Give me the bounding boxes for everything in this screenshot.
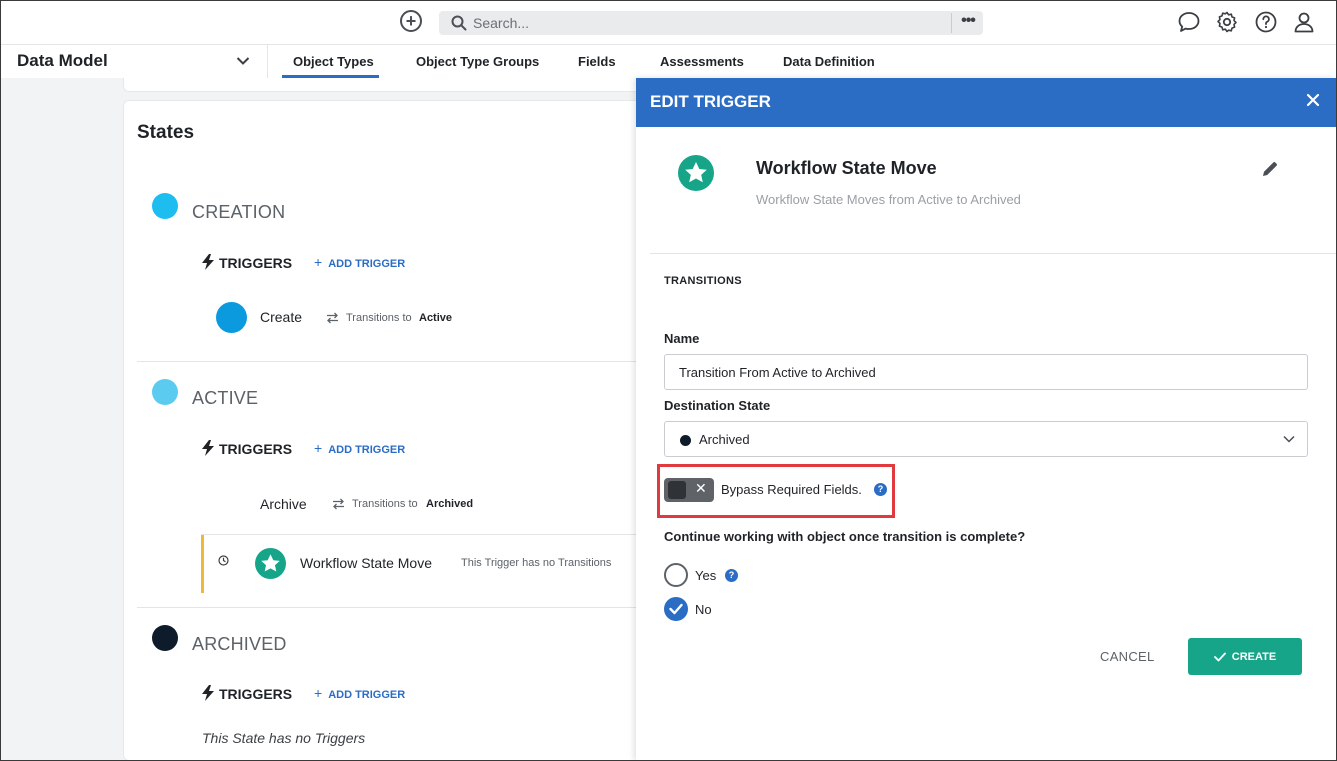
bolt-icon	[202, 254, 214, 270]
divider	[137, 607, 637, 608]
continue-question: Continue working with object once transi…	[664, 529, 1026, 544]
transition-icon	[327, 312, 338, 324]
edit-trigger-panel: EDIT TRIGGER Workflow State Move Workflo…	[636, 78, 1337, 761]
previous-card	[123, 78, 643, 92]
triggers-label: TRIGGERS	[219, 686, 293, 702]
transition-icon	[333, 498, 344, 510]
add-icon[interactable]: +	[400, 10, 422, 32]
transitions-to-label: Transitions to	[346, 312, 412, 324]
cancel-button[interactable]: CANCEL	[1100, 649, 1155, 664]
destination-state-select[interactable]: Archived	[664, 421, 1308, 457]
tab-assessments[interactable]: Assessments	[660, 54, 744, 69]
top-bar: + •••	[0, 0, 1337, 44]
create-button-label: CREATE	[1231, 650, 1277, 663]
state-color-dot	[152, 625, 178, 651]
state-color-dot	[680, 435, 691, 446]
transitions-to-label: Transitions to	[352, 498, 418, 510]
bolt-icon	[202, 685, 214, 701]
tab-object-type-groups[interactable]: Object Type Groups	[416, 54, 539, 69]
radio-no-label: No	[695, 602, 712, 617]
trigger-name-create[interactable]: Create	[260, 309, 302, 325]
trigger-title: Workflow State Move	[756, 158, 937, 178]
trigger-name-archive[interactable]: Archive	[260, 496, 307, 512]
close-icon[interactable]	[1304, 91, 1322, 109]
chevron-down-icon	[1283, 435, 1295, 443]
tab-fields[interactable]: Fields	[578, 54, 616, 69]
help-icon[interactable]: ?	[874, 483, 887, 496]
plus-icon: +	[314, 685, 323, 701]
bypass-required-fields-toggle[interactable]: ✕	[664, 478, 714, 502]
search-icon	[451, 15, 467, 31]
search-divider	[951, 13, 952, 33]
destination-state-label: Destination State	[664, 398, 771, 413]
state-name-active: ACTIVE	[192, 388, 259, 408]
selected-trigger-indicator	[201, 535, 204, 593]
trigger-name-workflow-state-move[interactable]: Workflow State Move	[300, 555, 432, 571]
module-title: Data Model	[17, 51, 108, 70]
search-bar[interactable]: •••	[439, 11, 983, 35]
chevron-down-icon[interactable]	[236, 56, 250, 66]
chat-icon[interactable]	[1177, 10, 1201, 34]
no-triggers-note: This State has no Triggers	[202, 730, 366, 746]
help-icon[interactable]	[1254, 10, 1278, 34]
radio-yes-label: Yes	[695, 568, 717, 583]
states-card	[123, 100, 643, 761]
plus-icon: +	[314, 440, 323, 456]
gear-icon[interactable]	[1215, 10, 1239, 34]
module-selector[interactable]: Data Model	[0, 45, 268, 79]
section-title: TRANSITIONS	[664, 275, 742, 287]
bolt-icon	[202, 440, 214, 456]
triggers-label: TRIGGERS	[219, 441, 293, 457]
nav-bar: Data Model Object Types Object Type Grou…	[0, 44, 1337, 79]
checkmark-icon	[1213, 652, 1226, 661]
name-label: Name	[664, 331, 700, 346]
divider	[650, 253, 1337, 254]
trigger-color-dot	[216, 302, 247, 333]
state-color-dot	[152, 193, 178, 219]
tab-object-types[interactable]: Object Types	[293, 54, 374, 69]
pencil-icon[interactable]	[1261, 160, 1279, 178]
search-input[interactable]	[473, 13, 943, 33]
destination-state-value: Archived	[699, 432, 750, 447]
create-button[interactable]: CREATE	[1188, 638, 1302, 675]
divider	[201, 534, 637, 535]
no-transitions-note: This Trigger has no Transitions	[461, 557, 612, 569]
checkmark-icon	[669, 603, 683, 615]
bypass-required-fields-label: Bypass Required Fields.	[721, 482, 862, 497]
clock-icon	[218, 555, 229, 566]
radio-no[interactable]	[664, 597, 688, 621]
tab-data-definition[interactable]: Data Definition	[783, 54, 875, 69]
state-name-creation: CREATION	[192, 202, 286, 222]
divider	[137, 361, 637, 362]
panel-header: EDIT TRIGGER	[636, 78, 1337, 127]
trigger-subtitle: Workflow State Moves from Active to Arch…	[756, 192, 1021, 207]
triggers-label: TRIGGERS	[219, 255, 293, 271]
transition-target: Archived	[426, 498, 474, 510]
panel-title: EDIT TRIGGER	[650, 92, 771, 111]
add-trigger-button[interactable]: + ADD TRIGGER	[314, 254, 405, 270]
help-icon[interactable]: ?	[725, 569, 738, 582]
toggle-off-icon: ✕	[695, 480, 707, 496]
star-icon	[255, 548, 286, 579]
name-field[interactable]	[664, 354, 1308, 390]
plus-icon: +	[314, 254, 323, 270]
radio-yes[interactable]	[664, 563, 688, 587]
star-icon	[678, 155, 714, 191]
user-icon[interactable]	[1292, 10, 1316, 34]
state-name-archived: ARCHIVED	[192, 634, 287, 654]
transition-target: Active	[419, 312, 453, 324]
toggle-knob	[668, 481, 686, 499]
states-title: States	[137, 122, 195, 143]
add-trigger-button[interactable]: + ADD TRIGGER	[314, 440, 405, 456]
state-color-dot	[152, 379, 178, 405]
more-options-icon[interactable]: •••	[956, 11, 980, 35]
add-trigger-button[interactable]: + ADD TRIGGER	[314, 685, 405, 701]
